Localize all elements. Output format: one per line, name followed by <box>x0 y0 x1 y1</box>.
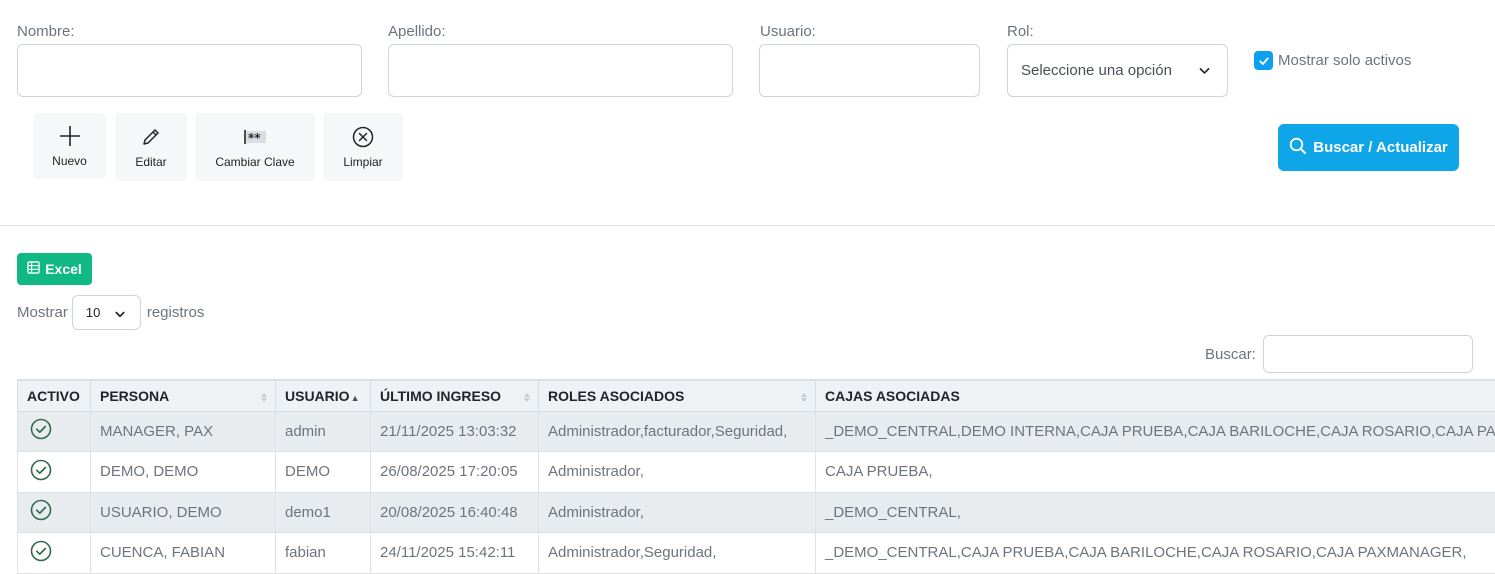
excel-button[interactable]: Excel <box>17 253 92 285</box>
buscar-actualizar-label: Buscar / Actualizar <box>1313 139 1448 156</box>
nuevo-label: Nuevo <box>52 154 87 168</box>
chevron-down-icon <box>1198 64 1211 81</box>
usuario-cell: fabian <box>275 532 371 574</box>
check-circle-icon <box>30 499 52 525</box>
check-circle-icon <box>30 418 52 444</box>
nuevo-button[interactable]: Nuevo <box>33 113 106 179</box>
activo-cell <box>17 491 91 533</box>
ultimo-ingreso-cell: 20/08/2025 16:40:48 <box>370 491 539 533</box>
persona-cell: CUENCA, FABIAN <box>90 532 276 574</box>
nombre-input[interactable] <box>17 44 362 97</box>
usuario-label: Usuario: <box>760 23 816 40</box>
activo-cell <box>17 410 91 452</box>
column-header-roles-asociados[interactable]: ROLES ASOCIADOS <box>538 379 816 412</box>
usuario-cell: DEMO <box>275 451 371 493</box>
length-menu: Mostrar 10 registros <box>17 295 204 330</box>
solo-activos-checkbox[interactable] <box>1254 51 1273 70</box>
rol-select[interactable]: Seleccione una opción <box>1007 44 1228 97</box>
svg-text:**: ** <box>248 131 261 145</box>
activo-cell <box>17 451 91 493</box>
activo-cell <box>17 532 91 574</box>
apellido-label: Apellido: <box>388 23 446 40</box>
table-row[interactable]: USUARIO, DEMO demo1 20/08/2025 16:40:48 … <box>17 491 1495 533</box>
password-icon: ** <box>243 125 267 149</box>
column-header-ultimo-ingreso[interactable]: ÚLTIMO INGRESO <box>370 379 539 412</box>
table-row[interactable]: DEMO, DEMO DEMO 26/08/2025 17:20:05 Admi… <box>17 451 1495 493</box>
ultimo-ingreso-cell: 24/11/2025 15:42:11 <box>370 532 539 574</box>
roles-cell: Administrador, <box>538 451 816 493</box>
sort-asc-icon: ▲ <box>350 392 360 403</box>
section-divider <box>0 225 1495 226</box>
cajas-cell: _DEMO_CENTRAL, <box>815 491 1495 533</box>
roles-cell: Administrador,Seguridad, <box>538 532 816 574</box>
usuarios-table: ACTIVO PERSONA USUARIO▲ ÚLTIMO INGRESO R… <box>17 379 1495 574</box>
persona-cell: USUARIO, DEMO <box>90 491 276 533</box>
length-suffix: registros <box>146 304 205 321</box>
rol-select-value: Seleccione una opción <box>1021 62 1172 79</box>
table-row[interactable]: CUENCA, FABIAN fabian 24/11/2025 15:42:1… <box>17 532 1495 574</box>
table-filter: Buscar: <box>1205 335 1473 373</box>
usuario-cell: admin <box>275 410 371 452</box>
sort-icon <box>261 389 267 405</box>
length-select[interactable]: 10 <box>71 295 141 330</box>
solo-activos-label: Mostrar solo activos <box>1278 52 1412 69</box>
excel-icon <box>27 261 40 277</box>
check-circle-icon <box>30 459 52 485</box>
check-circle-icon <box>30 540 52 566</box>
column-header-cajas-asociadas[interactable]: CAJAS ASOCIADAS <box>815 379 1495 412</box>
solo-activos-toggle[interactable]: Mostrar solo activos <box>1254 51 1411 70</box>
table-row[interactable]: MANAGER, PAX admin 21/11/2025 13:03:32 A… <box>17 410 1495 452</box>
nombre-label: Nombre: <box>17 23 75 40</box>
apellido-input[interactable] <box>388 44 733 97</box>
table-filter-input[interactable] <box>1262 335 1473 373</box>
usuario-input[interactable] <box>759 44 980 97</box>
usuario-cell: demo1 <box>275 491 371 533</box>
sort-icon <box>801 389 807 405</box>
ultimo-ingreso-cell: 21/11/2025 13:03:32 <box>370 410 539 452</box>
editar-label: Editar <box>135 155 167 169</box>
limpiar-label: Limpiar <box>343 155 383 169</box>
cambiar-clave-label: Cambiar Clave <box>215 155 295 169</box>
table-filter-label: Buscar: <box>1205 345 1256 363</box>
cajas-cell: CAJA PRUEBA, <box>815 451 1495 493</box>
column-header-persona[interactable]: PERSONA <box>90 379 276 412</box>
sort-icon <box>524 389 530 405</box>
search-icon <box>1289 137 1307 159</box>
excel-label: Excel <box>45 261 82 277</box>
cajas-cell: _DEMO_CENTRAL,DEMO INTERNA,CAJA PRUEBA,C… <box>815 410 1495 452</box>
length-prefix: Mostrar <box>17 304 68 321</box>
table-header-row: ACTIVO PERSONA USUARIO▲ ÚLTIMO INGRESO R… <box>17 379 1495 412</box>
cajas-cell: _DEMO_CENTRAL,CAJA PRUEBA,CAJA BARILOCHE… <box>815 532 1495 574</box>
check-icon <box>1258 56 1269 65</box>
editar-button[interactable]: Editar <box>115 113 187 181</box>
roles-cell: Administrador,facturador,Seguridad, <box>538 410 816 452</box>
column-header-activo[interactable]: ACTIVO <box>17 379 91 412</box>
close-circle-icon <box>352 125 374 149</box>
cambiar-clave-button[interactable]: ** Cambiar Clave <box>195 113 315 181</box>
persona-cell: MANAGER, PAX <box>90 410 276 452</box>
plus-icon <box>59 124 81 148</box>
limpiar-button[interactable]: Limpiar <box>323 113 403 181</box>
chevron-down-icon <box>114 308 126 323</box>
length-value: 10 <box>85 305 101 320</box>
buscar-actualizar-button[interactable]: Buscar / Actualizar <box>1278 124 1459 171</box>
pencil-icon <box>141 125 161 149</box>
roles-cell: Administrador, <box>538 491 816 533</box>
column-header-usuario[interactable]: USUARIO▲ <box>275 379 371 412</box>
persona-cell: DEMO, DEMO <box>90 451 276 493</box>
ultimo-ingreso-cell: 26/08/2025 17:20:05 <box>370 451 539 493</box>
rol-label: Rol: <box>1007 23 1034 40</box>
